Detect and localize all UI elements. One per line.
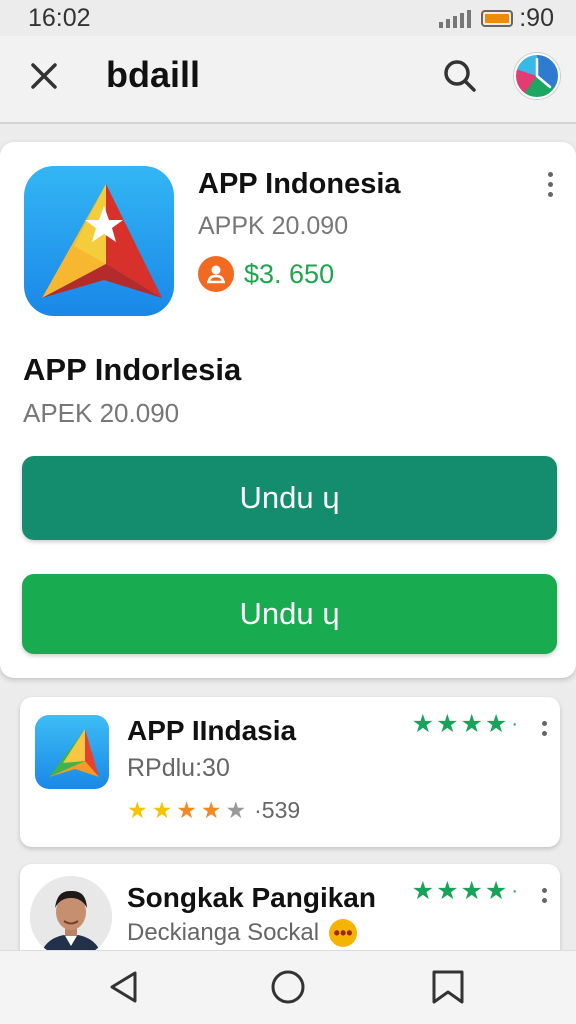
- rating-stars: ★ ★ ★ ★ ·: [412, 879, 518, 904]
- person-avatar-icon: [30, 876, 112, 958]
- battery-fill: [485, 13, 510, 23]
- list-item-title: Songkak Pangikan: [127, 882, 376, 913]
- dot-icon: ·: [511, 880, 518, 902]
- app-logo-icon: [42, 184, 162, 298]
- star-icon: ★: [484, 710, 508, 738]
- profile-icon: [535, 57, 552, 89]
- star-icon: ★: [436, 710, 459, 738]
- battery-icon: [481, 9, 514, 27]
- top-app-bar: bdaill: [0, 36, 576, 124]
- rating-row: ★ ★ ★ ★ ★ ·539: [127, 797, 300, 824]
- status-indicators: :90: [439, 4, 554, 33]
- signal-icon: [439, 8, 472, 28]
- page-title: bdaill: [106, 54, 201, 95]
- battery-level: :90: [519, 3, 554, 32]
- app-heading: APP Indorlesia: [23, 352, 242, 387]
- star-icon: ★: [176, 797, 197, 823]
- star-icon: ★: [200, 797, 222, 823]
- more-options-button[interactable]: [540, 721, 548, 736]
- star-icon: ★: [460, 710, 483, 738]
- back-icon: [110, 971, 137, 1003]
- list-item-title: APP IIndasia: [127, 715, 297, 746]
- rating-stars: ★ ★ ★ ★ ·: [412, 712, 518, 737]
- app-detail-card: APP Indonesia APPK 20.090 $3. 650 APP In…: [0, 142, 576, 678]
- list-app-icon: [35, 715, 109, 789]
- profile-avatar-button[interactable]: [514, 53, 560, 99]
- star-icon: ★: [436, 877, 459, 905]
- status-time: 16:02: [28, 3, 91, 32]
- more-options-button[interactable]: [540, 888, 548, 903]
- search-button[interactable]: [440, 56, 480, 96]
- price-row: $3. 650: [198, 256, 334, 292]
- home-icon: [271, 970, 305, 1004]
- list-item-subtitle: Deckianga Sockal: [127, 919, 320, 946]
- star-icon: ★: [411, 710, 435, 738]
- back-button[interactable]: [104, 967, 144, 1007]
- close-icon: [31, 63, 57, 89]
- bookmark-button[interactable]: [428, 967, 468, 1007]
- app-subtitle: APPK 20.090: [198, 212, 349, 240]
- system-nav-bar: [0, 950, 576, 1024]
- home-button[interactable]: [268, 967, 308, 1007]
- list-item-subtitle: RPdlu:30: [127, 754, 230, 782]
- status-bar: 16:02 :90: [0, 0, 576, 36]
- more-icon: [541, 888, 547, 893]
- more-badge-icon: •••: [329, 919, 358, 947]
- search-icon: [444, 60, 476, 92]
- star-icon: ★: [411, 877, 435, 905]
- more-icon: [547, 172, 553, 177]
- bookmark-icon: [432, 970, 464, 1004]
- download-button-secondary[interactable]: Undu ɥ: [22, 574, 557, 654]
- price-user-icon: [198, 256, 234, 292]
- app-name: APP Indonesia: [198, 168, 401, 200]
- app-price: $3. 650: [244, 258, 335, 289]
- app-heading-subtitle: APEK 20.090: [23, 398, 180, 428]
- star-icon: ★: [127, 797, 148, 823]
- more-options-button[interactable]: [546, 172, 554, 197]
- app-logo-icon: [49, 729, 99, 777]
- star-icon: ★: [225, 797, 247, 823]
- download-button-primary[interactable]: Undu ɥ: [22, 456, 557, 540]
- app-icon: [24, 166, 174, 316]
- list-item-subtitle-row: Deckianga Sockal •••: [127, 919, 358, 947]
- star-icon: ★: [484, 877, 508, 905]
- avatar: [30, 876, 112, 958]
- star-icon: ★: [151, 797, 173, 823]
- dot-icon: ·: [511, 713, 518, 735]
- rating-count: ·539: [254, 797, 301, 823]
- more-icon: [541, 721, 547, 726]
- star-icon: ★: [460, 877, 483, 905]
- list-item[interactable]: APP IIndasia RPdlu:30 ★ ★ ★ ★ ★ ·539 ★ ★…: [20, 697, 560, 847]
- close-button[interactable]: [26, 58, 62, 94]
